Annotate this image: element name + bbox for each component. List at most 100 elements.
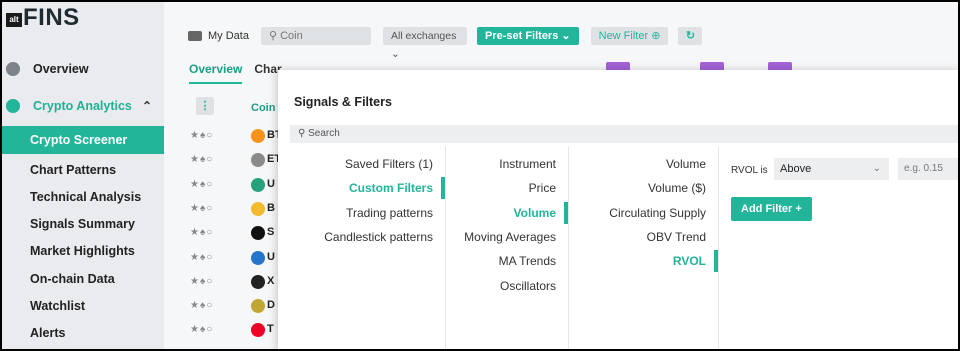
refresh-icon: ↻ (685, 30, 696, 42)
row-action-icons[interactable]: ★♠○ (190, 252, 213, 263)
coin-search-placeholder: Coin (280, 30, 303, 42)
filter-field-volume[interactable]: Volume (666, 157, 706, 171)
selected-indicator (564, 202, 568, 224)
filter-category-saved[interactable]: Saved Filters (1) (345, 157, 433, 171)
my-data-button[interactable]: My Data (188, 30, 249, 42)
rvol-value-placeholder: e.g. 0.15 (904, 163, 943, 174)
table-row[interactable]: ★♠○ ET (164, 148, 284, 172)
sidebar-item-label: Chart Patterns (30, 163, 117, 177)
table-row[interactable]: ★♠○ D (164, 294, 284, 318)
coin-symbol[interactable]: D (267, 299, 275, 311)
exchanges-select[interactable]: All exchanges ⌄ (382, 27, 467, 60)
coin-symbol[interactable]: U (267, 251, 275, 263)
filter-field-obv-trend[interactable]: OBV Trend (647, 230, 706, 244)
filter-field-column: Volume Volume ($) Circulating Supply OBV… (569, 146, 719, 349)
row-action-icons[interactable]: ★♠○ (190, 324, 213, 335)
table-row[interactable]: ★♠○ S (164, 221, 284, 245)
coin-symbol[interactable]: U (267, 178, 275, 190)
refresh-button[interactable]: ↻ (678, 27, 703, 45)
table-row[interactable]: ★♠○ U (164, 246, 284, 270)
coin-logo-icon (251, 153, 265, 168)
filter-search-input[interactable]: ⚲ Search (290, 125, 958, 143)
filter-field-rvol[interactable]: RVOL (673, 254, 706, 268)
preset-filters-label: Pre-set Filters (484, 30, 559, 42)
table-row[interactable]: ★♠○ T (164, 318, 284, 342)
row-action-icons[interactable]: ★♠○ (190, 227, 213, 238)
sidebar-item-alerts[interactable]: Alerts (2, 319, 164, 347)
selected-indicator (441, 177, 445, 199)
filter-condition-panel: RVOL is Above ⌄ e.g. 0.15 Add Filter + (719, 146, 958, 349)
tab-overview[interactable]: Overview (189, 62, 243, 84)
row-action-icons[interactable]: ★♠○ (190, 154, 213, 165)
sidebar-item-chart-patterns[interactable]: Chart Patterns (2, 156, 164, 184)
chevron-down-icon: ⌄ (872, 163, 881, 174)
table-row[interactable]: ★♠○ B (164, 197, 284, 221)
filter-group-volume[interactable]: Volume (514, 206, 556, 220)
filter-category-trading-patterns[interactable]: Trading patterns (346, 206, 433, 220)
logo[interactable]: alt FINS (6, 6, 80, 30)
filter-field-volume-usd[interactable]: Volume ($) (648, 181, 706, 195)
sidebar-item-technical-analysis[interactable]: Technical Analysis (2, 183, 164, 211)
filter-group-oscillators[interactable]: Oscillators (500, 279, 556, 293)
sidebar-item-crypto-analytics[interactable]: Crypto Analytics ⌃ (2, 92, 164, 120)
sidebar-item-market-highlights[interactable]: Market Highlights (2, 237, 164, 265)
sidebar: alt FINS Overview Crypto Analytics ⌃ Cry… (2, 2, 164, 349)
coin-logo-icon (251, 201, 265, 216)
coin-logo-icon (251, 129, 265, 143)
search-icon: ⚲ (268, 30, 281, 42)
sidebar-item-signals-summary[interactable]: Signals Summary (2, 210, 164, 238)
row-action-icons[interactable]: ★♠○ (190, 203, 213, 214)
search-icon: ⚲ (298, 128, 309, 139)
chevron-down-icon: ⌄ (561, 30, 571, 42)
modal-title: Signals & Filters (294, 95, 392, 109)
new-filter-label: New Filter (598, 30, 649, 42)
exchanges-value: All exchanges (390, 30, 457, 42)
add-filter-button[interactable]: Add Filter + (731, 197, 812, 221)
filter-field-circulating-supply[interactable]: Circulating Supply (609, 206, 706, 220)
my-data-label: My Data (208, 30, 249, 42)
preset-filters-button[interactable]: Pre-set Filters ⌄ (476, 27, 579, 45)
sidebar-item-label: Crypto Screener (30, 133, 128, 147)
sidebar-item-label: Market Highlights (30, 244, 135, 258)
filter-category-custom[interactable]: Custom Filters (349, 181, 433, 195)
table-row[interactable]: ★♠○ BT (164, 124, 284, 148)
rvol-value-input[interactable]: e.g. 0.15 (898, 158, 958, 180)
row-action-icons[interactable]: ★♠○ (190, 130, 213, 141)
chevron-down-icon: ⌄ (390, 48, 400, 60)
selected-indicator (714, 250, 718, 272)
coin-logo-icon (251, 177, 265, 192)
table-row[interactable]: ★♠○ X (164, 270, 284, 294)
coin-logo-icon (251, 274, 265, 289)
row-action-icons[interactable]: ★♠○ (190, 179, 213, 190)
rvol-condition-select[interactable]: Above ⌄ (774, 158, 889, 180)
sidebar-item-label: Signals Summary (30, 217, 135, 231)
sidebar-item-crypto-screener[interactable]: Crypto Screener (2, 126, 164, 154)
chart-icon (6, 99, 20, 113)
filter-category-candlestick-patterns[interactable]: Candlestick patterns (324, 230, 433, 244)
chevron-up-icon: ⌃ (141, 99, 152, 113)
sidebar-item-label: On-chain Data (30, 272, 115, 286)
table-row[interactable]: ★♠○ U (164, 173, 284, 197)
filter-group-price[interactable]: Price (529, 181, 556, 195)
logo-text: FINS (23, 4, 80, 31)
sidebar-item-onchain-data[interactable]: On-chain Data (2, 265, 164, 293)
filter-group-column: Instrument Price Volume Moving Averages … (446, 146, 569, 349)
coin-search-input[interactable]: ⚲ Coin (260, 27, 371, 45)
sidebar-item-overview[interactable]: Overview (2, 55, 164, 83)
coin-symbol[interactable]: X (267, 275, 274, 287)
rvol-condition-label: RVOL is (731, 165, 768, 176)
filter-group-ma-trends[interactable]: MA Trends (499, 254, 556, 268)
filter-group-instrument[interactable]: Instrument (499, 157, 556, 171)
row-action-icons[interactable]: ★♠○ (190, 300, 213, 311)
coin-symbol[interactable]: S (267, 226, 274, 238)
row-action-icons[interactable]: ★♠○ (190, 276, 213, 287)
toolbar: My Data ⚲ Coin All exchanges ⌄ Pre-set F… (164, 22, 703, 60)
filter-group-moving-averages[interactable]: Moving Averages (464, 230, 556, 244)
new-filter-button[interactable]: New Filter ⊕ (590, 27, 669, 45)
coin-symbol[interactable]: B (267, 202, 275, 214)
coin-symbol[interactable]: T (267, 323, 274, 335)
column-menu-icon[interactable]: ⋮ (196, 97, 214, 115)
coin-column-header[interactable]: Coin (251, 102, 275, 114)
signals-filters-modal: Signals & Filters ⚲ Search Saved Filters… (278, 70, 958, 349)
sidebar-item-watchlist[interactable]: Watchlist (2, 292, 164, 320)
